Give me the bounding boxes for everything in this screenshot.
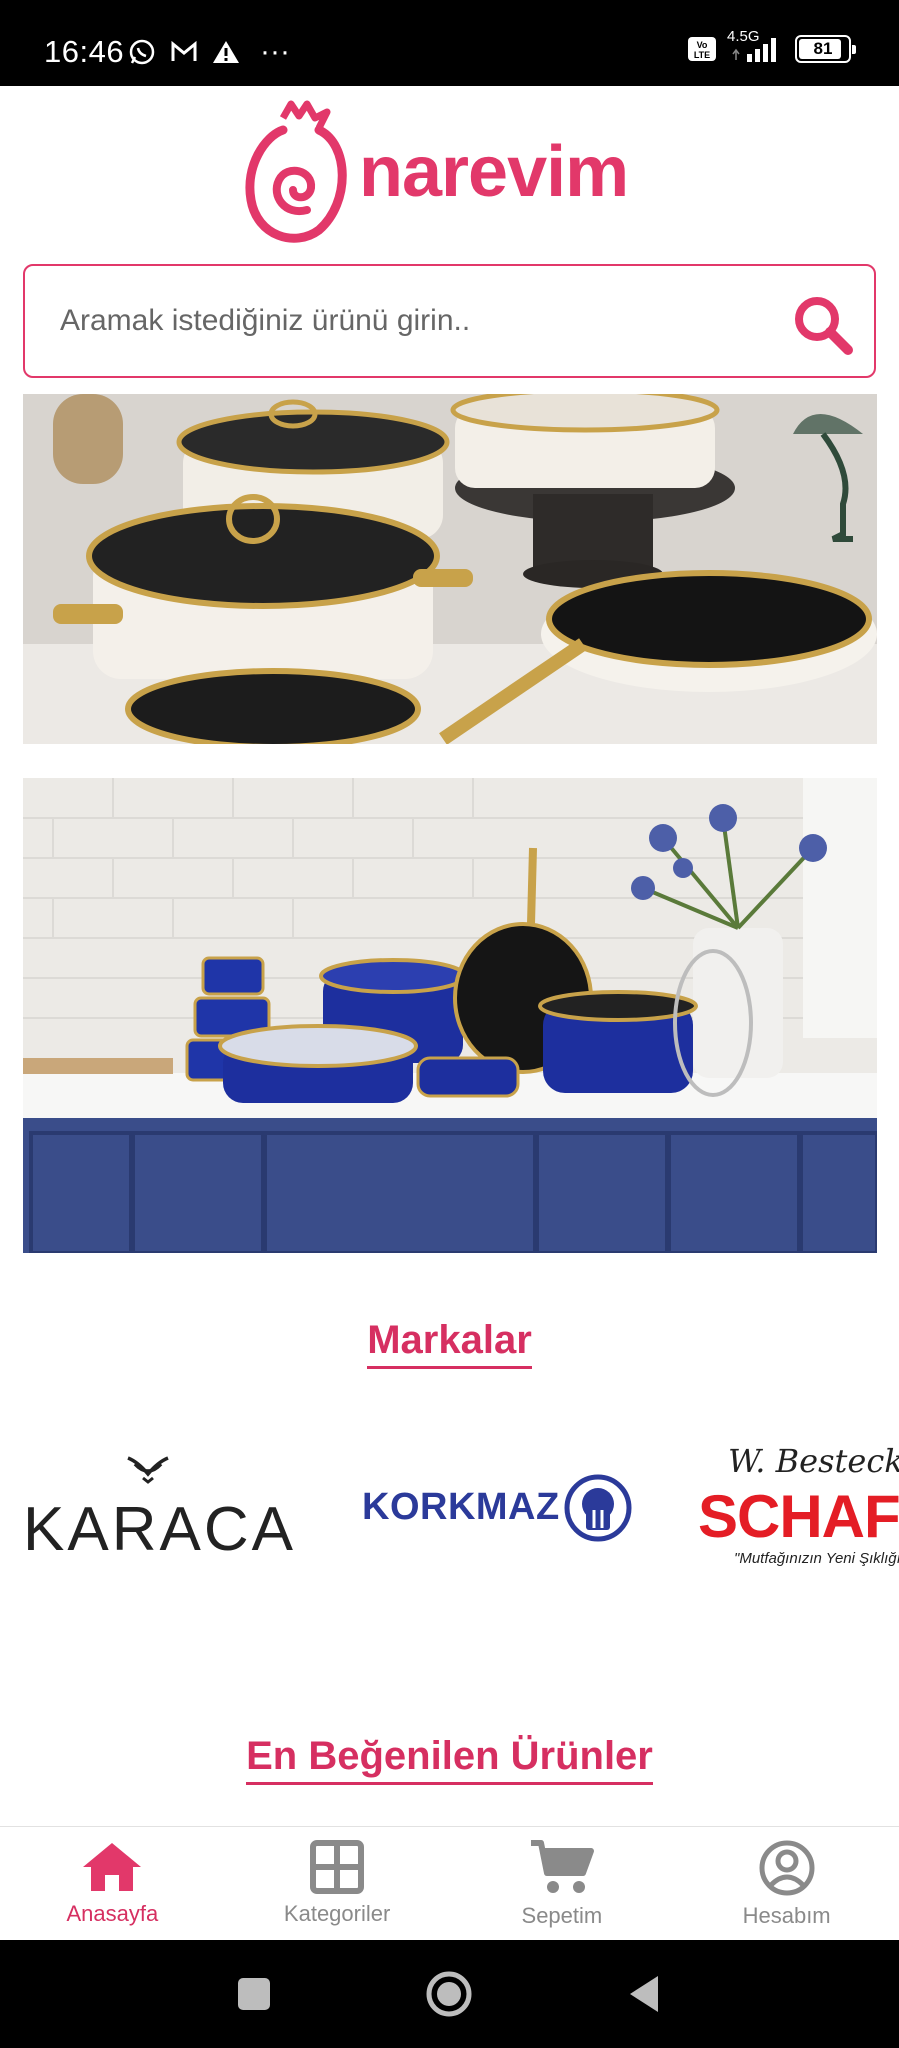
nav-categories[interactable]: Kategoriler <box>225 1827 450 1940</box>
signal-icon: 4.5G <box>727 28 785 64</box>
brand-karaca[interactable]: KARACA <box>23 1454 293 1564</box>
logo-text: narevim <box>359 132 629 212</box>
more-notifications-icon: ··· <box>260 35 290 68</box>
status-time: 16:46 <box>44 34 125 69</box>
karaca-logo-icon <box>127 1456 169 1484</box>
nav-cart-label: Sepetim <box>521 1903 603 1928</box>
system-navigation-bar <box>0 1940 899 2048</box>
cart-icon <box>530 1840 594 1893</box>
brands-title-text: Markalar <box>367 1318 532 1369</box>
battery-icon: 81 <box>795 35 856 63</box>
notification-icons: ··· <box>128 35 290 68</box>
popular-section-title: En Beğenilen Ürünler <box>0 1734 899 1785</box>
nav-account-label: Hesabım <box>742 1903 831 1928</box>
warning-icon <box>213 41 239 63</box>
svg-text:LTE: LTE <box>694 50 710 60</box>
nav-cart[interactable]: Sepetim <box>450 1827 675 1940</box>
app-logo[interactable]: narevim <box>245 100 629 244</box>
korkmaz-logo-text: KORKMAZ <box>362 1486 560 1528</box>
schafer-tagline-top: W. Bestecklhaus <box>728 1442 899 1480</box>
promo-banner-blue-cookware[interactable] <box>23 778 877 1253</box>
whatsapp-icon <box>129 39 155 65</box>
karaca-logo-text: KARACA <box>23 1495 296 1564</box>
home-icon <box>83 1843 142 1891</box>
brand-schafer[interactable]: W. Bestecklhaus SCHAFER "Mutfağınızın Ye… <box>698 1442 899 1572</box>
brand-korkmaz[interactable]: KORKMAZ <box>362 1474 634 1542</box>
grid-icon <box>310 1840 365 1894</box>
account-icon <box>759 1840 815 1896</box>
schafer-logo-text: SCHAFER <box>698 1483 899 1550</box>
home-button-icon[interactable] <box>425 1970 473 2018</box>
search-icon[interactable] <box>792 294 854 356</box>
battery-level: 81 <box>813 39 833 58</box>
popular-title-text: En Beğenilen Ürünler <box>246 1734 653 1785</box>
volte-icon: VoLTE <box>688 37 716 61</box>
nav-home-label: Anasayfa <box>66 1901 159 1926</box>
status-bar: 16:46 ··· Vo LTE 4.5G 81 <box>0 0 899 86</box>
nav-account[interactable]: Hesabım <box>674 1827 899 1940</box>
svg-text:Vo: Vo <box>697 40 708 50</box>
back-icon[interactable] <box>626 1974 662 2014</box>
recents-icon[interactable] <box>236 1976 272 2012</box>
brands-section-title: Markalar <box>0 1318 899 1369</box>
bottom-navigation: Anasayfa Kategoriler Sepetim Hesabım <box>0 1826 899 1940</box>
schafer-tagline-bottom: "Mutfağınızın Yeni Şıklığı" <box>734 1550 899 1567</box>
gmail-icon <box>171 40 197 61</box>
search-bar <box>23 264 876 378</box>
promo-banner-cream-cookware[interactable] <box>23 394 877 744</box>
system-icons: Vo LTE 4.5G 81 <box>687 28 856 64</box>
search-input[interactable] <box>60 304 760 338</box>
pomegranate-logo-icon <box>245 100 347 243</box>
nav-home[interactable]: Anasayfa <box>0 1827 225 1940</box>
korkmaz-logo-icon <box>564 1474 632 1542</box>
nav-categories-label: Kategoriler <box>283 1901 391 1926</box>
